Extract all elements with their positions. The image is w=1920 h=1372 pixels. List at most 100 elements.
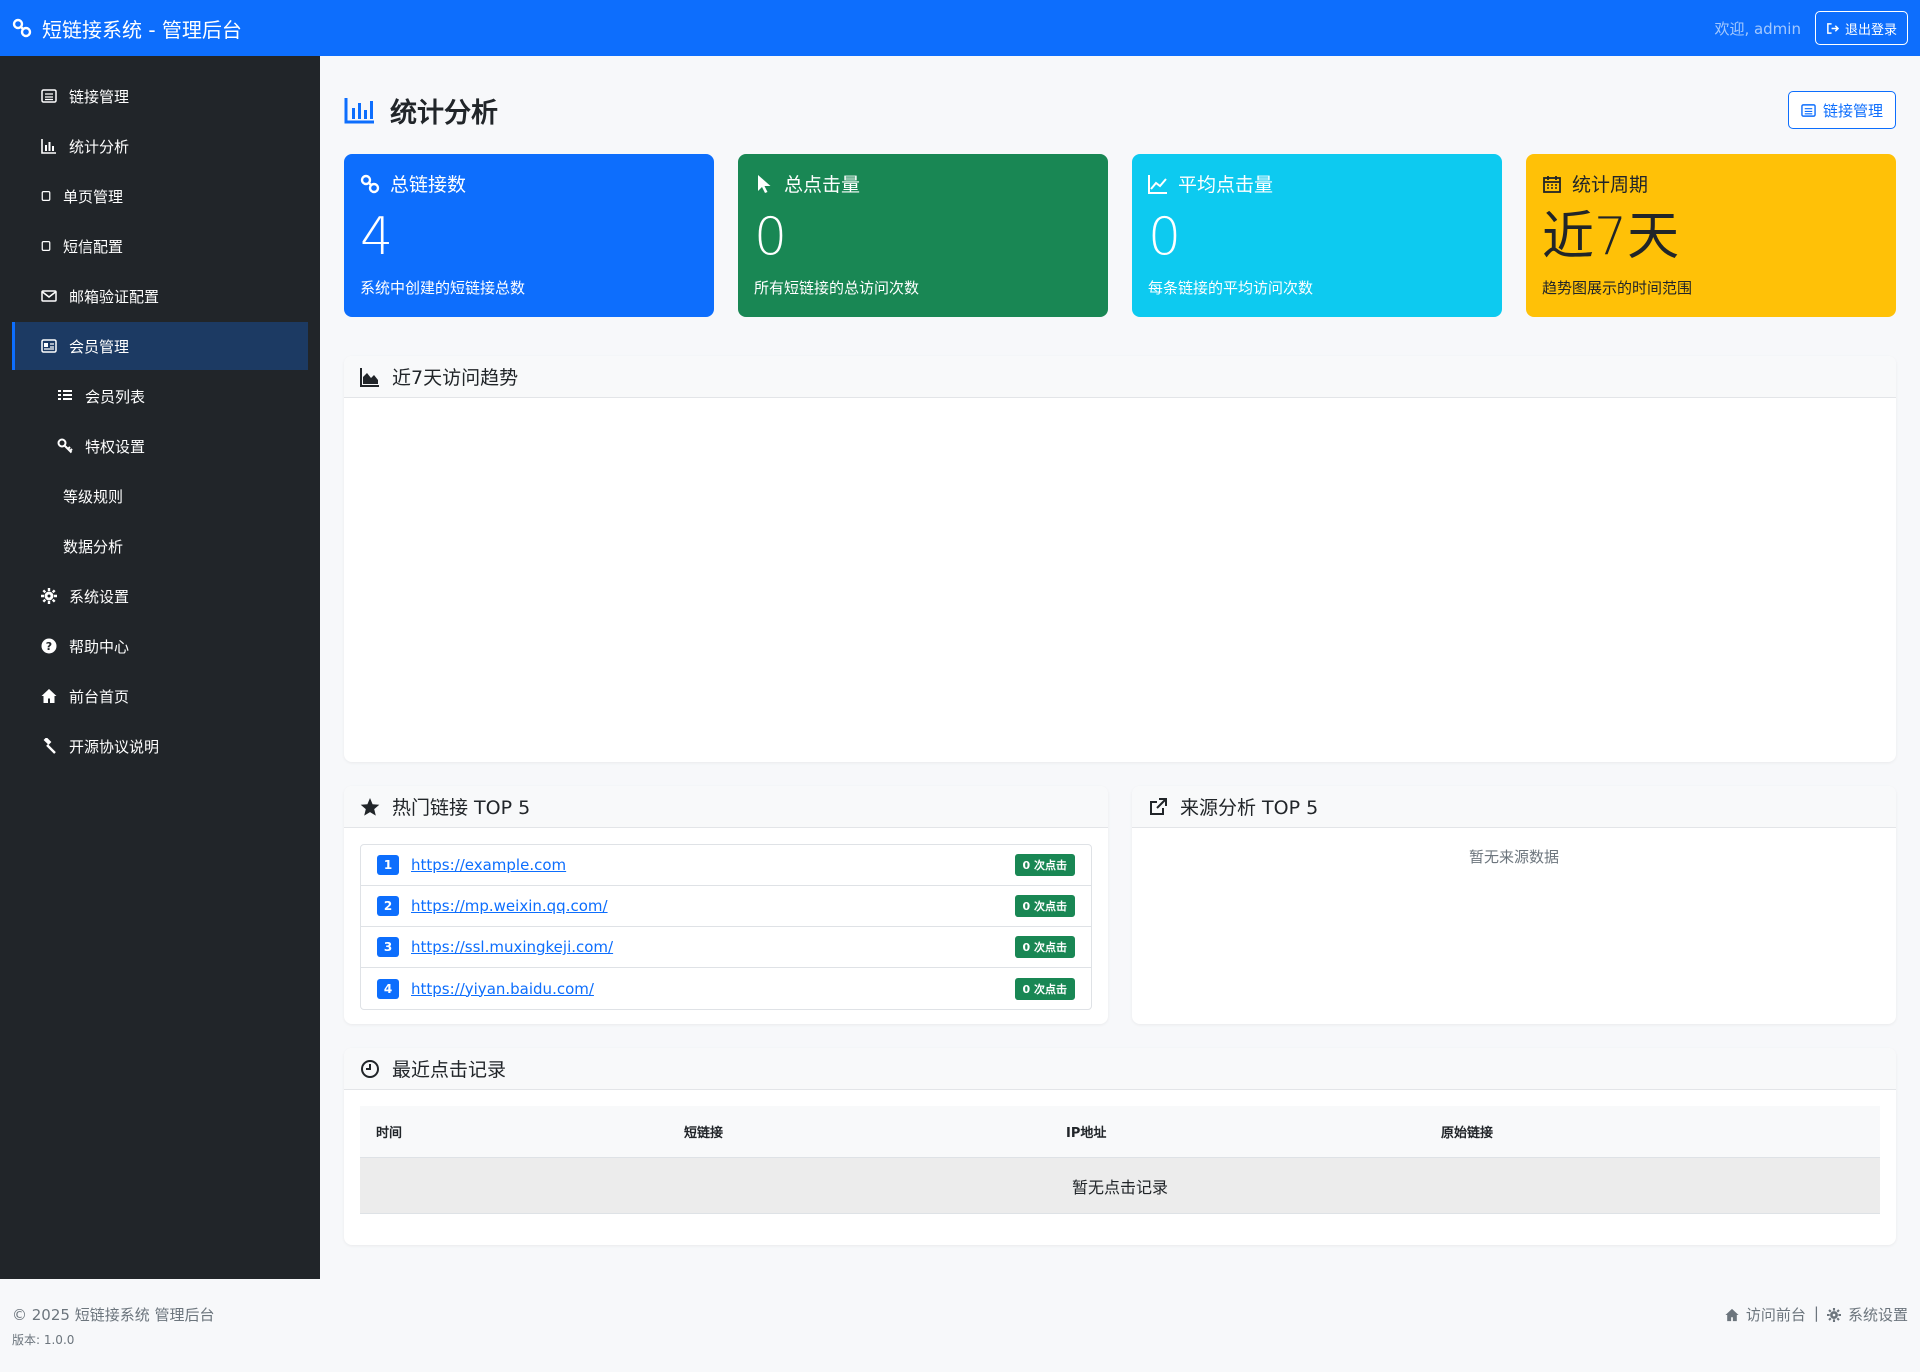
svg-text:?: ? [46,640,52,653]
sidebar-item-member-list[interactable]: 会员列表 [12,372,308,420]
sidebar-item-single-page[interactable]: 单页管理 [12,172,308,220]
sidebar-item-statistics[interactable]: 统计分析 [12,122,308,170]
sidebar-item-license[interactable]: 开源协议说明 [12,722,308,770]
key-icon [57,438,73,454]
hot-link-url[interactable]: https://ssl.muxingkeji.com/ [411,938,613,956]
sidebar-item-system-settings[interactable]: 系统设置 [12,572,308,620]
main-content: 统计分析 链接管理 总链接数 4 系统中创建的短链接总数 总点击量 0 所有短链… [320,56,1920,1279]
visit-front-label: 访问前台 [1745,1306,1806,1324]
visit-front-link[interactable]: 访问前台 [1725,1304,1806,1325]
sidebar-item-email-config[interactable]: 邮箱验证配置 [12,272,308,320]
hot-link-url[interactable]: https://yiyan.baidu.com/ [411,980,594,998]
external-link-icon [1150,797,1167,815]
sidebar-item-label: 链接管理 [69,87,130,106]
brand[interactable]: 短链接系统 - 管理后台 [12,14,242,43]
envelope-icon [41,290,57,302]
link-manage-label: 链接管理 [1822,102,1883,120]
stat-desc: 系统中创建的短链接总数 [360,279,526,297]
gavel-icon [43,738,56,754]
list-item: 1 https://example.com 0 次点击 [361,845,1091,886]
stat-value: 4 [360,207,394,267]
gear-icon [1826,1307,1841,1322]
sign-out-icon [1827,22,1839,34]
sidebar-item-label: 系统设置 [69,587,130,606]
stat-card-avg-clicks: 平均点击量 0 每条链接的平均访问次数 [1132,154,1502,317]
column-header-original-link: 原始链接 [1441,1126,1494,1141]
stat-desc: 每条链接的平均访问次数 [1148,279,1314,297]
trend-title: 近7天访问趋势 [392,367,519,389]
top-navbar: 短链接系统 - 管理后台 欢迎, admin 退出登录 [0,0,1920,56]
link-manage-button[interactable]: 链接管理 [1787,91,1896,129]
list-alt-icon [1801,103,1816,117]
hot-links-card: 热门链接 TOP 5 1 https://example.com 0 次点击 2… [344,786,1108,1024]
sidebar-item-front-home[interactable]: 前台首页 [12,672,308,720]
list-item: 4 https://yiyan.baidu.com/ 0 次点击 [361,968,1091,1009]
rank-badge: 2 [377,896,399,916]
clock-icon [361,1059,379,1078]
gear-icon [41,588,57,604]
sidebar-item-label: 会员列表 [85,387,146,406]
rank-badge: 4 [377,978,399,999]
sidebar-item-member-manage[interactable]: 会员管理 [12,322,308,370]
logout-button[interactable]: 退出登录 [1814,11,1908,45]
sidebar-item-privilege[interactable]: 特权设置 [12,422,308,470]
footer: © 2025 短链接系统 管理后台 版本: 1.0.0 访问前台 | 系统设置 [0,1279,1920,1372]
sidebar-item-label: 等级规则 [63,487,124,506]
welcome-text: 欢迎, admin [1714,19,1801,38]
home-icon [41,689,57,703]
id-card-icon [41,339,57,353]
sidebar-item-label: 会员管理 [69,337,130,356]
sources-title: 来源分析 TOP 5 [1180,797,1319,819]
mobile-icon [41,241,51,251]
sidebar-item-label: 邮箱验证配置 [69,287,160,306]
sidebar-item-level-rules[interactable]: 等级规则 [12,472,308,520]
calendar-icon [1543,175,1561,193]
sidebar-item-link-manage[interactable]: 链接管理 [12,72,308,120]
list-icon [58,390,72,400]
hot-link-url[interactable]: https://example.com [411,856,566,874]
link-icon [360,174,380,193]
sidebar-item-help[interactable]: ? 帮助中心 [12,622,308,670]
table-header: 时间 短链接 IP地址 原始链接 [360,1106,1880,1158]
sidebar-item-label: 帮助中心 [69,637,130,656]
table-empty-row: 暂无点击记录 [360,1158,1880,1214]
sidebar-item-label: 单页管理 [63,187,124,206]
bar-chart-icon [41,139,56,154]
sidebar-item-label: 短信配置 [63,237,124,256]
bar-chart-icon [344,98,374,124]
stat-desc: 所有短链接的总访问次数 [754,279,920,297]
sources-card: 来源分析 TOP 5 暂无来源数据 [1132,786,1896,1024]
logout-label: 退出登录 [1844,21,1897,37]
sources-empty-text: 暂无来源数据 [1468,848,1559,866]
stat-card-total-clicks: 总点击量 0 所有短链接的总访问次数 [738,154,1108,317]
page-title: 统计分析 [344,91,498,130]
column-header-short-link: 短链接 [684,1126,724,1141]
sidebar-item-data-analysis[interactable]: 数据分析 [12,522,308,570]
copyright-text: © 2025 短链接系统 管理后台 [12,1306,215,1324]
star-icon [360,797,380,816]
hot-link-url[interactable]: https://mp.weixin.qq.com/ [411,897,608,915]
column-header-time: 时间 [376,1126,403,1141]
stat-value: 0 [1148,207,1182,267]
area-chart-icon [360,367,379,387]
question-circle-icon: ? [41,638,57,654]
system-settings-link[interactable]: 系统设置 [1826,1304,1908,1325]
stat-desc: 趋势图展示的时间范围 [1542,279,1693,297]
column-header-ip: IP地址 [1066,1126,1107,1141]
list-alt-icon [41,89,57,103]
system-settings-label: 系统设置 [1847,1306,1908,1324]
version-text: 版本: 1.0.0 [12,1333,75,1347]
click-count-badge: 0 次点击 [1014,895,1075,917]
hot-links-list: 1 https://example.com 0 次点击 2 https://mp… [360,844,1092,1010]
rank-badge: 1 [377,855,399,875]
line-chart-icon [1148,174,1167,194]
link-icon [12,18,32,38]
list-item: 3 https://ssl.muxingkeji.com/ 0 次点击 [361,927,1091,968]
sidebar: 链接管理 统计分析 单页管理 短信配置 邮箱验证配置 会员管理 会员列表 特权设… [0,56,320,1279]
sidebar-item-label: 数据分析 [63,537,124,556]
footer-separator: | [1813,1304,1819,1322]
sidebar-item-label: 开源协议说明 [69,737,160,756]
sidebar-item-label: 特权设置 [85,437,146,456]
home-icon [1725,1308,1739,1321]
sidebar-item-sms-config[interactable]: 短信配置 [12,222,308,270]
